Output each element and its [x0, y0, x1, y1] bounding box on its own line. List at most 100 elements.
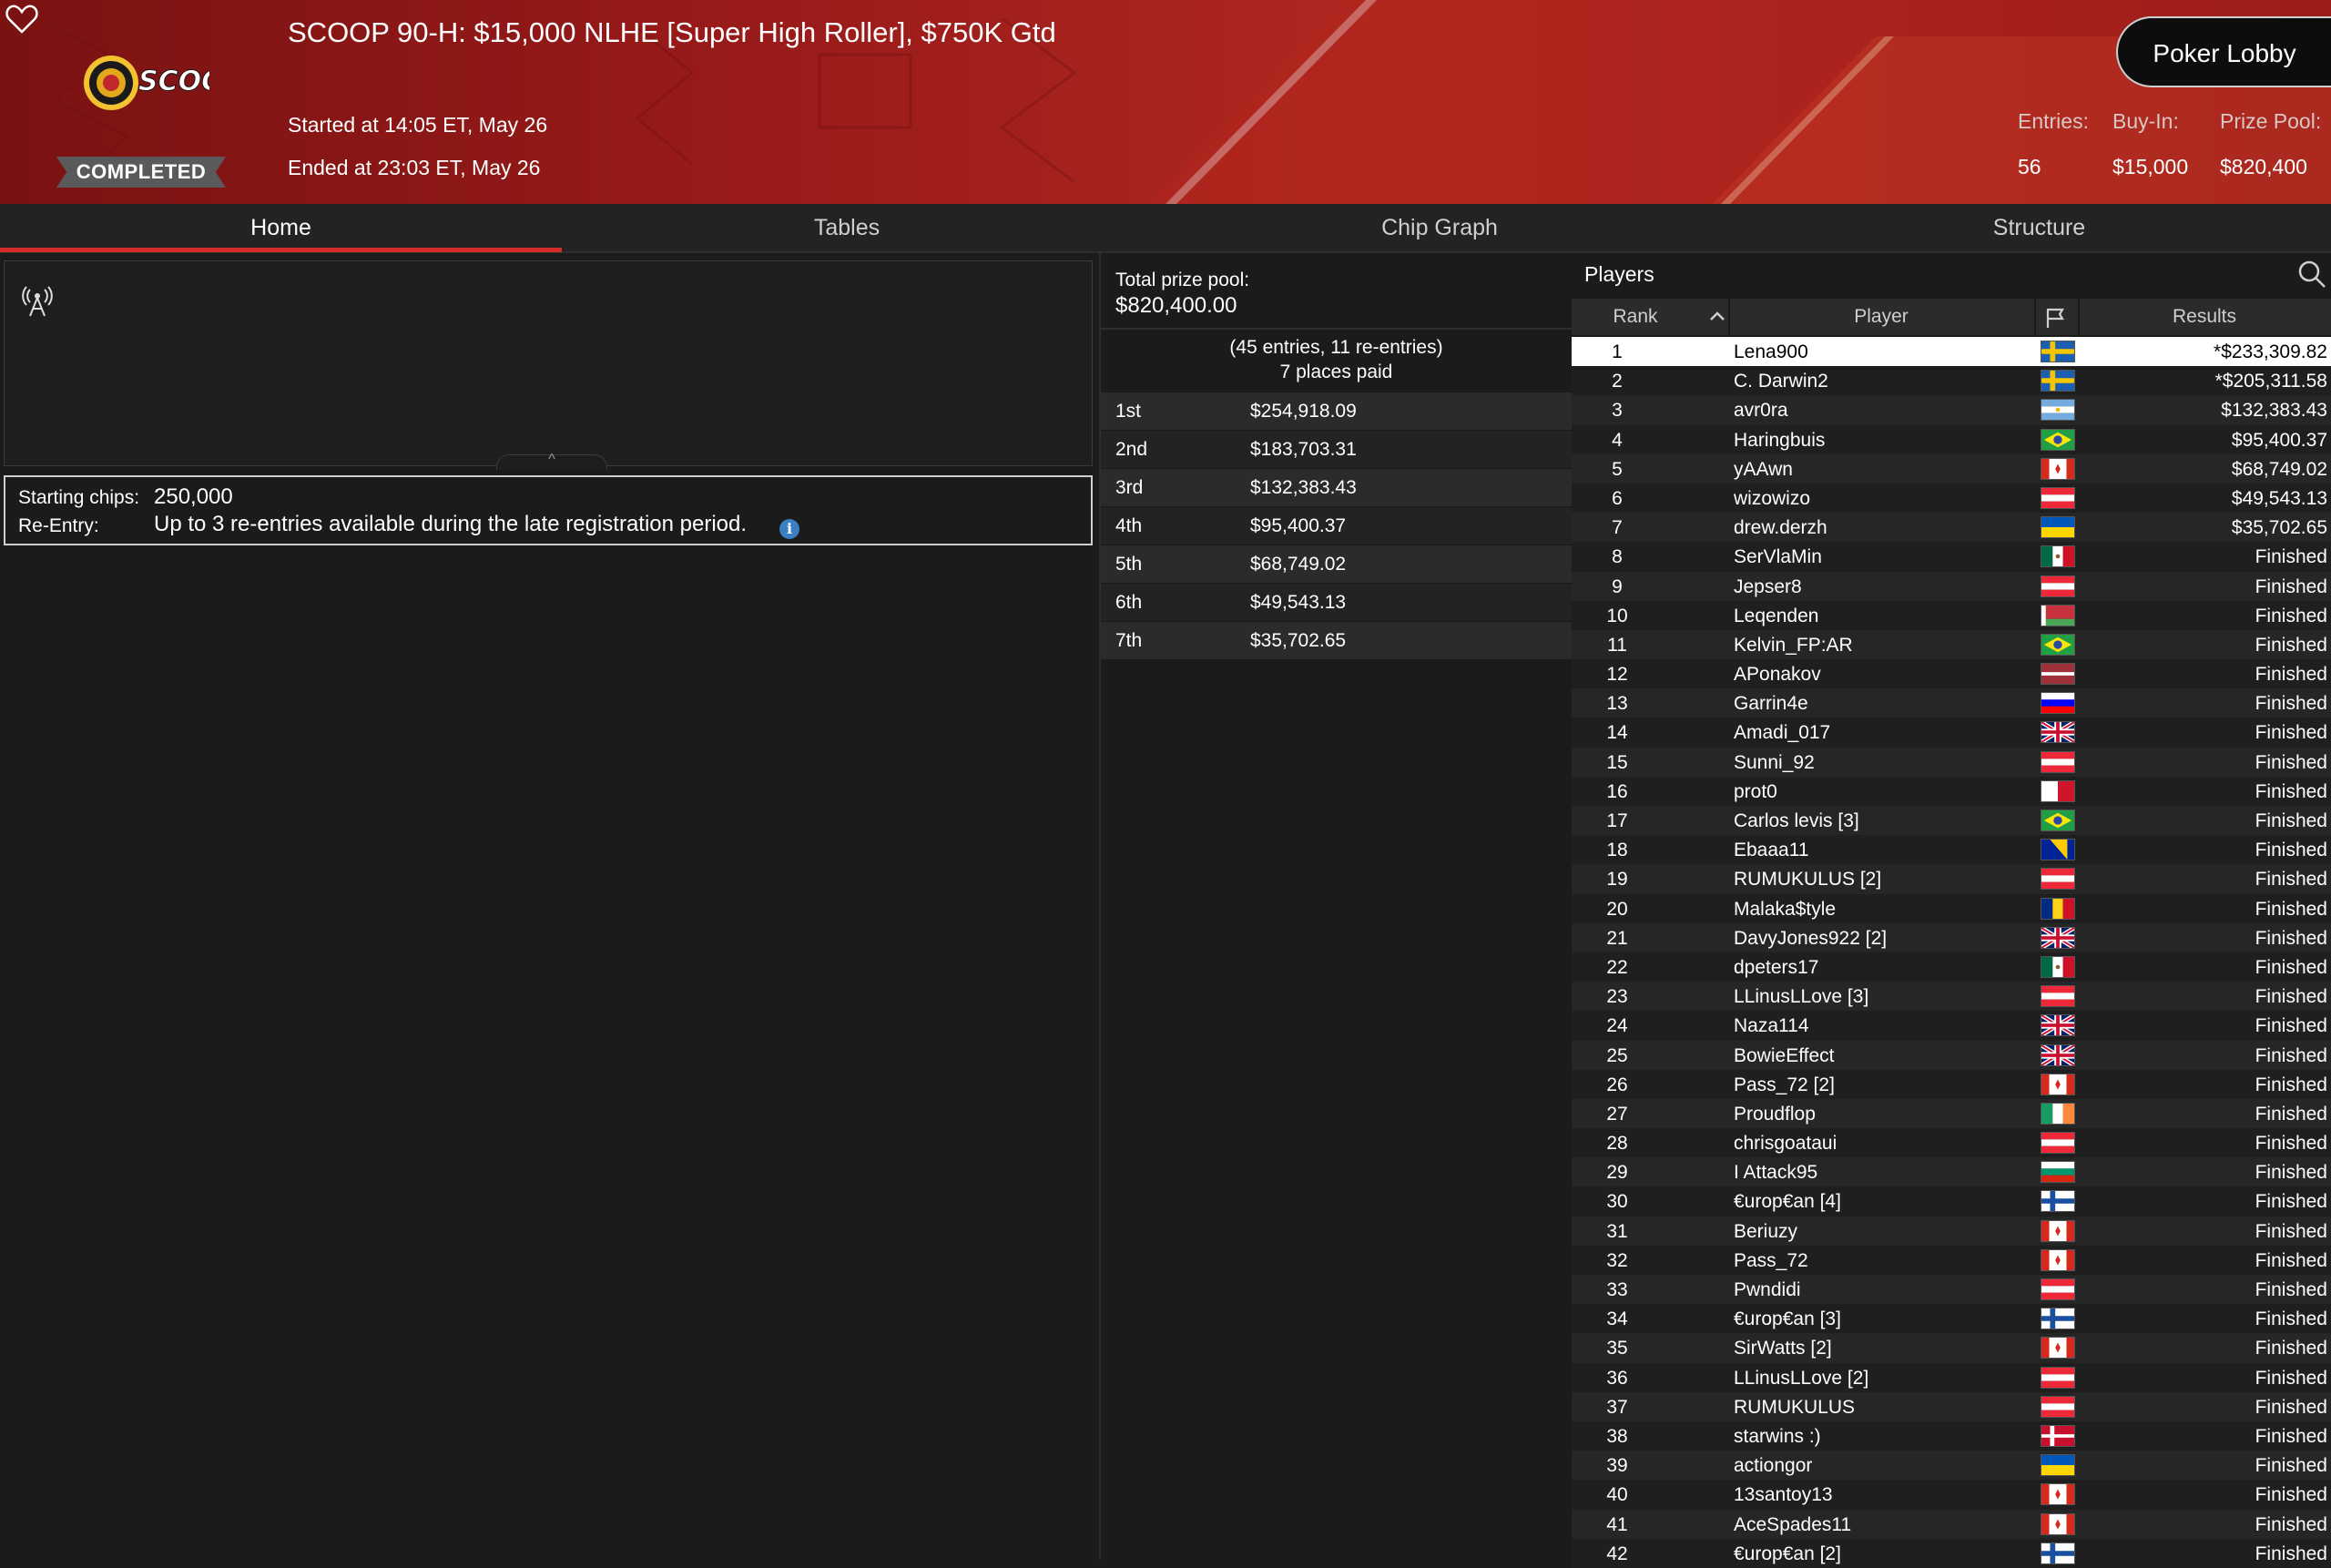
player-rank: 24 [1606, 1015, 1628, 1037]
player-row[interactable]: 20 Malaka$tyle Finished [1572, 893, 2331, 923]
player-row[interactable]: 23 LLinusLLove [3] Finished [1572, 982, 2331, 1012]
player-row[interactable]: 26 Pass_72 [2] Finished [1572, 1069, 2331, 1099]
player-result: Finished [2255, 1103, 2327, 1125]
player-row[interactable]: 4 Haringbuis $95,400.37 [1572, 424, 2331, 454]
players-table-body: 1 Lena900 *$233,309.82 2 C. Darwin2 *$205,311… [1572, 337, 2331, 1568]
rank-column-header[interactable]: Rank [1572, 299, 1699, 335]
player-row[interactable]: 12 APonakov Finished [1572, 659, 2331, 689]
end-time: Ended at 23:03 ET, May 26 [288, 156, 541, 179]
player-row[interactable]: 16 prot0 Finished [1572, 776, 2331, 806]
player-name: wizowizo [1734, 487, 1811, 509]
player-row[interactable]: 33 Pwndidi Finished [1572, 1275, 2331, 1305]
player-row[interactable]: 28 chrisgoataui Finished [1572, 1128, 2331, 1158]
player-row[interactable]: 35 SirWatts [2] Finished [1572, 1333, 2331, 1363]
player-rank: 1 [1612, 341, 1623, 362]
player-row[interactable]: 39 actiongor Finished [1572, 1451, 2331, 1481]
prizepool-label: Prize Pool: [2220, 109, 2322, 133]
player-column-header[interactable]: Player [1728, 299, 2034, 335]
player-row[interactable]: 10 Leqenden Finished [1572, 600, 2331, 630]
player-rank: 34 [1606, 1308, 1628, 1330]
player-row[interactable]: 2 C. Darwin2 *$205,311.58 [1572, 366, 2331, 396]
player-result: $35,702.65 [2231, 517, 2327, 539]
player-name: Malaka$tyle [1734, 898, 1837, 920]
player-row[interactable]: 37 RUMUKULUS Finished [1572, 1391, 2331, 1421]
player-result: Finished [2255, 1543, 2327, 1564]
country-flag-icon [2041, 809, 2075, 831]
player-row[interactable]: 5 yAAwn $68,749.02 [1572, 453, 2331, 484]
player-row[interactable]: 41 AceSpades11 Finished [1572, 1509, 2331, 1539]
player-row[interactable]: 14 Amadi_017 Finished [1572, 718, 2331, 748]
country-flag-icon [2041, 663, 2075, 686]
player-row[interactable]: 6 wizowizo $49,543.13 [1572, 483, 2331, 514]
player-row[interactable]: 11 Kelvin_FP:AR Finished [1572, 629, 2331, 660]
player-result: Finished [2255, 751, 2327, 773]
search-icon[interactable] [2296, 259, 2327, 290]
player-rank: 10 [1606, 605, 1628, 626]
player-result: Finished [2255, 693, 2327, 715]
player-row[interactable]: 29 I Attack95 Finished [1572, 1157, 2331, 1187]
player-row[interactable]: 17 Carlos levis [3] Finished [1572, 806, 2331, 836]
player-result: Finished [2255, 780, 2327, 802]
country-flag-icon [2041, 721, 2075, 744]
tab-structure[interactable]: Structure [1747, 204, 2331, 251]
starting-chips-value: 250,000 [154, 484, 233, 509]
player-row[interactable]: 25 BowieEffect Finished [1572, 1040, 2331, 1070]
player-rank: 39 [1606, 1455, 1628, 1477]
results-column-header[interactable]: Results [2078, 299, 2331, 335]
player-row[interactable]: 1 Lena900 *$233,309.82 [1572, 337, 2331, 367]
info-icon[interactable]: i [779, 519, 799, 539]
player-row[interactable]: 9 Jepser8 Finished [1572, 571, 2331, 601]
player-row[interactable]: 31 Beriuzy Finished [1572, 1216, 2331, 1246]
prizepool-value: $820,400 [2220, 155, 2307, 178]
player-row[interactable]: 7 drew.derzh $35,702.65 [1572, 513, 2331, 543]
sort-ascending-icon[interactable] [1708, 308, 1726, 326]
tab-chip-graph[interactable]: Chip Graph [1132, 204, 1747, 251]
player-name: Proudflop [1734, 1103, 1816, 1125]
player-rank: 15 [1606, 751, 1628, 773]
player-name: Lena900 [1734, 341, 1808, 362]
player-row[interactable]: 15 Sunni_92 Finished [1572, 747, 2331, 777]
player-name: LLinusLLove [3] [1734, 986, 1869, 1008]
tab-tables[interactable]: Tables [562, 204, 1132, 251]
favorite-heart-icon[interactable] [5, 4, 38, 35]
collapse-toggle[interactable]: ^ [496, 452, 607, 470]
player-row[interactable]: 19 RUMUKULUS [2] Finished [1572, 864, 2331, 894]
player-row[interactable]: 18 Ebaaa11 Finished [1572, 835, 2331, 865]
player-row[interactable]: 36 LLinusLLove [2] Finished [1572, 1362, 2331, 1392]
broadcast-antenna-icon [22, 286, 53, 317]
player-row[interactable]: 32 Pass_72 Finished [1572, 1245, 2331, 1275]
player-row[interactable]: 40 13santoy13 Finished [1572, 1480, 2331, 1510]
player-result: Finished [2255, 927, 2327, 949]
player-row[interactable]: 34 €urop€an [3] Finished [1572, 1304, 2331, 1334]
players-title: Players [1584, 262, 1654, 286]
player-name: yAAwn [1734, 458, 1793, 480]
payout-place: 5th [1115, 554, 1143, 575]
player-row[interactable]: 30 €urop€an [4] Finished [1572, 1186, 2331, 1217]
player-row[interactable]: 21 DavyJones922 [2] Finished [1572, 922, 2331, 952]
poker-lobby-button[interactable]: Poker Lobby [2116, 16, 2331, 87]
player-result: Finished [2255, 1220, 2327, 1242]
country-flag-icon [2041, 1308, 2075, 1330]
player-row[interactable]: 38 starwins :) Finished [1572, 1420, 2331, 1451]
player-rank: 9 [1612, 575, 1623, 597]
tab-home[interactable]: Home [0, 204, 562, 252]
player-rank: 40 [1606, 1484, 1628, 1506]
player-result: Finished [2255, 986, 2327, 1008]
player-row[interactable]: 27 Proudflop Finished [1572, 1098, 2331, 1129]
player-result: Finished [2255, 1338, 2327, 1359]
player-row[interactable]: 22 dpeters17 Finished [1572, 952, 2331, 983]
payout-amount: $254,918.09 [1250, 401, 1357, 422]
player-row[interactable]: 8 SerVlaMin Finished [1572, 542, 2331, 572]
player-row[interactable]: 13 Garrin4e Finished [1572, 688, 2331, 718]
player-result: Finished [2255, 1279, 2327, 1300]
player-row[interactable]: 24 Naza114 Finished [1572, 1011, 2331, 1041]
player-result: $95,400.37 [2231, 429, 2327, 451]
player-row[interactable]: 3 avr0ra $132,383.43 [1572, 395, 2331, 425]
flag-icon[interactable] [2043, 306, 2067, 330]
player-name: Ebaaa11 [1734, 840, 1809, 861]
player-rank: 31 [1606, 1220, 1628, 1242]
payout-row: 7th $35,702.65 [1101, 621, 1572, 659]
player-result: Finished [2255, 1191, 2327, 1213]
player-row[interactable]: 42 €urop€an [2] Finished [1572, 1538, 2331, 1568]
player-result: Finished [2255, 1133, 2327, 1155]
